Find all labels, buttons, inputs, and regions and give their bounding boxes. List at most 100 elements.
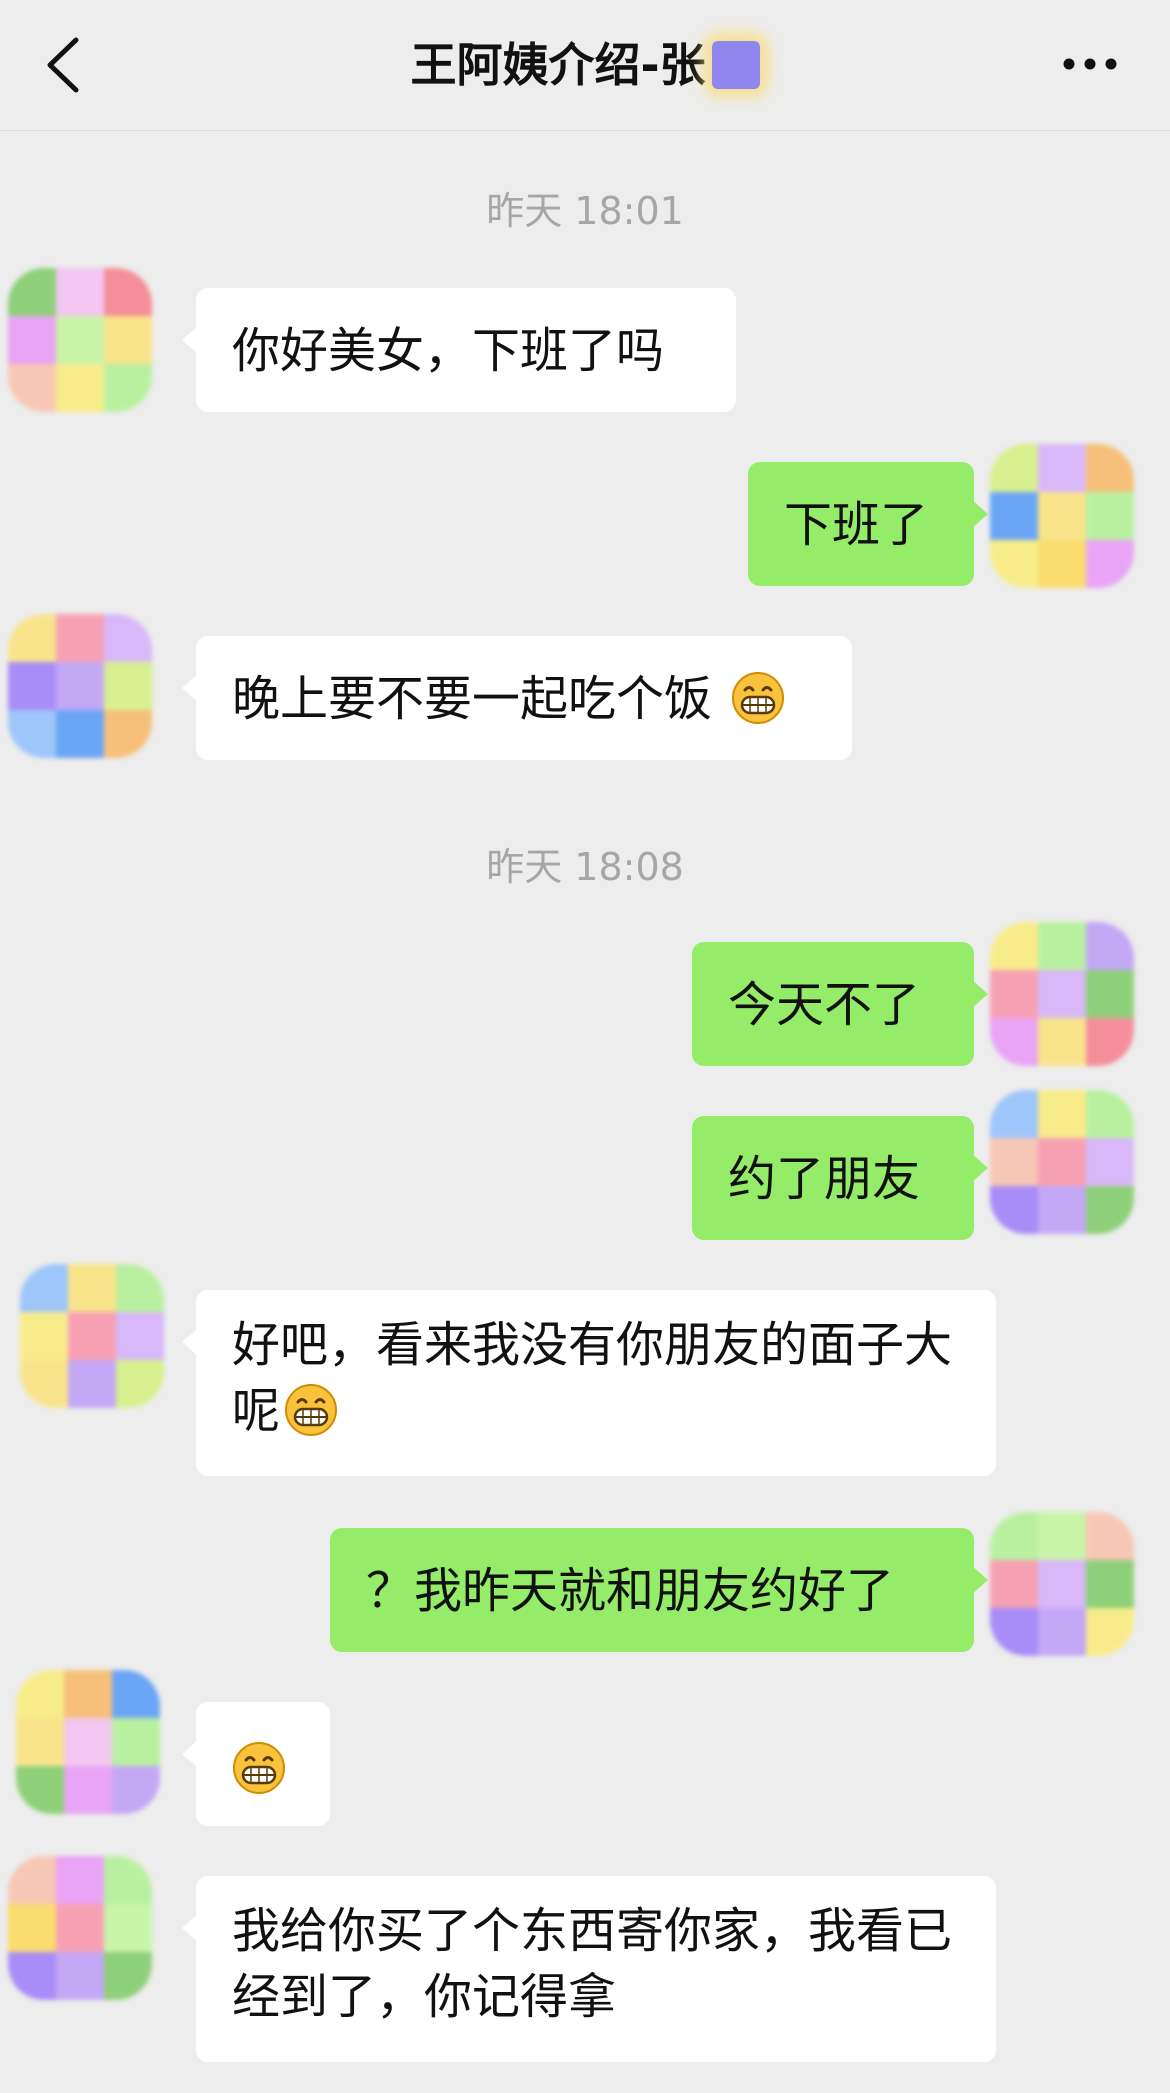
avatar[interactable] [8,1856,152,2000]
avatar-mosaic-cell [16,1766,64,1814]
avatar-mosaic-cell [56,662,104,710]
message-text: 今天不了 [728,977,921,1033]
avatar-mosaic-cell [1086,1138,1134,1186]
avatar-mosaic-cell [990,1018,1038,1066]
avatar[interactable] [8,614,152,758]
avatar-mosaic-cell [1038,1186,1086,1234]
avatar-mosaic-cell [1038,1560,1086,1608]
avatar-mosaic-cell [1086,1608,1134,1656]
avatar-mosaic-cell [1038,492,1086,540]
avatar-mosaic-cell [1038,1608,1086,1656]
message-bubble[interactable]: 我给你买了个东西寄你家，我看已经到了，你记得拿 [182,1876,996,2062]
avatar-mosaic-cell [112,1718,160,1766]
avatar-mosaic-cell [20,1360,68,1408]
avatar-mosaic-cell [8,1952,56,2000]
avatar[interactable] [20,1264,164,1408]
message-bubble[interactable]: 你好美女，下班了吗 [182,288,736,412]
avatar-mosaic-cell [56,364,104,412]
avatar[interactable] [990,922,1134,1066]
message-text: 下班了 [784,497,929,553]
avatar-mosaic-cell [64,1718,112,1766]
avatar-mosaic-cell [1086,540,1134,588]
avatar-mosaic-cell [8,710,56,758]
avatar[interactable] [990,1090,1134,1234]
message-text: 约了朋友 [728,1151,921,1207]
message-bubble[interactable]: ？我昨天就和朋友约好了 [330,1528,988,1652]
message-text: 我给你买了个东西寄你家，我看已经到了，你记得拿 [232,1903,953,2025]
avatar-mosaic-cell [8,316,56,364]
grin-emoji-icon [285,1384,338,1436]
avatar-mosaic-cell [20,1264,68,1312]
avatar-mosaic-cell [990,1090,1038,1138]
avatar-mosaic-cell [68,1360,116,1408]
chat-header: 王阿姨介绍-张 [0,0,1170,131]
avatar[interactable] [16,1670,160,1814]
avatar-mosaic-cell [8,268,56,316]
avatar-mosaic-cell [990,492,1038,540]
avatar-mosaic-cell [1086,970,1134,1018]
avatar-mosaic-cell [990,1138,1038,1186]
avatar-mosaic-cell [1086,1186,1134,1234]
avatar-mosaic-cell [1086,492,1134,540]
avatar-mosaic-cell [1086,1560,1134,1608]
avatar-mosaic-cell [16,1718,64,1766]
avatar-mosaic-cell [112,1766,160,1814]
timestamp: 昨天 18:01 [486,189,684,233]
avatar-mosaic-cell [56,1856,104,1904]
avatar-mosaic-cell [990,922,1038,970]
message-bubble[interactable]: 下班了 [748,462,988,586]
avatar-mosaic-cell [8,1904,56,1952]
timestamp: 昨天 18:08 [486,845,684,889]
avatar-mosaic-cell [8,364,56,412]
message-bubble[interactable] [182,1702,330,1826]
message-bubble[interactable]: 今天不了 [692,942,988,1066]
avatar-mosaic-cell [104,710,152,758]
avatar-mosaic-cell [56,316,104,364]
avatar-mosaic-cell [56,710,104,758]
avatar[interactable] [990,444,1134,588]
avatar-mosaic-cell [104,1904,152,1952]
avatar-mosaic-cell [990,1186,1038,1234]
avatar-mosaic-cell [1038,970,1086,1018]
avatar-mosaic-cell [104,1856,152,1904]
avatar-mosaic-cell [8,662,56,710]
avatar-mosaic-cell [990,444,1038,492]
avatar-mosaic-cell [1086,1512,1134,1560]
more-dots-icon[interactable] [1062,54,1118,74]
message-text: 你好美女，下班了吗 [232,323,665,379]
avatar-mosaic-cell [1086,922,1134,970]
grin-emoji-icon [233,1742,285,1794]
avatar-mosaic-cell [20,1312,68,1360]
avatar[interactable] [8,268,152,412]
grin-emoji-icon [732,672,785,724]
avatar-mosaic-cell [1086,1018,1134,1066]
avatar-mosaic-cell [64,1670,112,1718]
avatar-mosaic-cell [104,268,152,316]
avatar-mosaic-cell [1038,1018,1086,1066]
message-text: 好吧，看来我没有你朋友的面子大呢 [232,1317,953,1439]
avatar-mosaic-cell [116,1264,164,1312]
avatar-mosaic-cell [8,1856,56,1904]
avatar-mosaic-cell [56,614,104,662]
message-bubble[interactable]: 约了朋友 [692,1116,988,1240]
avatar-mosaic-cell [990,1512,1038,1560]
message-text: ？我昨天就和朋友约好了 [366,1563,895,1619]
avatar-mosaic-cell [1038,540,1086,588]
avatar-mosaic-cell [1038,1090,1086,1138]
avatar-mosaic-cell [104,316,152,364]
message-text: 晚上要不要一起吃个饭 [232,671,713,727]
avatar[interactable] [990,1512,1134,1656]
avatar-mosaic-cell [112,1670,160,1718]
avatar-mosaic-cell [990,1560,1038,1608]
avatar-mosaic-cell [1038,444,1086,492]
avatar-mosaic-cell [104,614,152,662]
avatar-mosaic-cell [68,1312,116,1360]
avatar-mosaic-cell [116,1360,164,1408]
avatar-mosaic-cell [1038,1512,1086,1560]
message-bubble[interactable]: 晚上要不要一起吃个饭 [182,636,852,760]
avatar-mosaic-cell [1038,1138,1086,1186]
avatar-mosaic-cell [1086,444,1134,492]
message-bubble[interactable]: 好吧，看来我没有你朋友的面子大呢 [182,1290,996,1476]
avatar-mosaic-cell [68,1264,116,1312]
chat-title: 王阿姨介绍-张 [0,34,1170,96]
